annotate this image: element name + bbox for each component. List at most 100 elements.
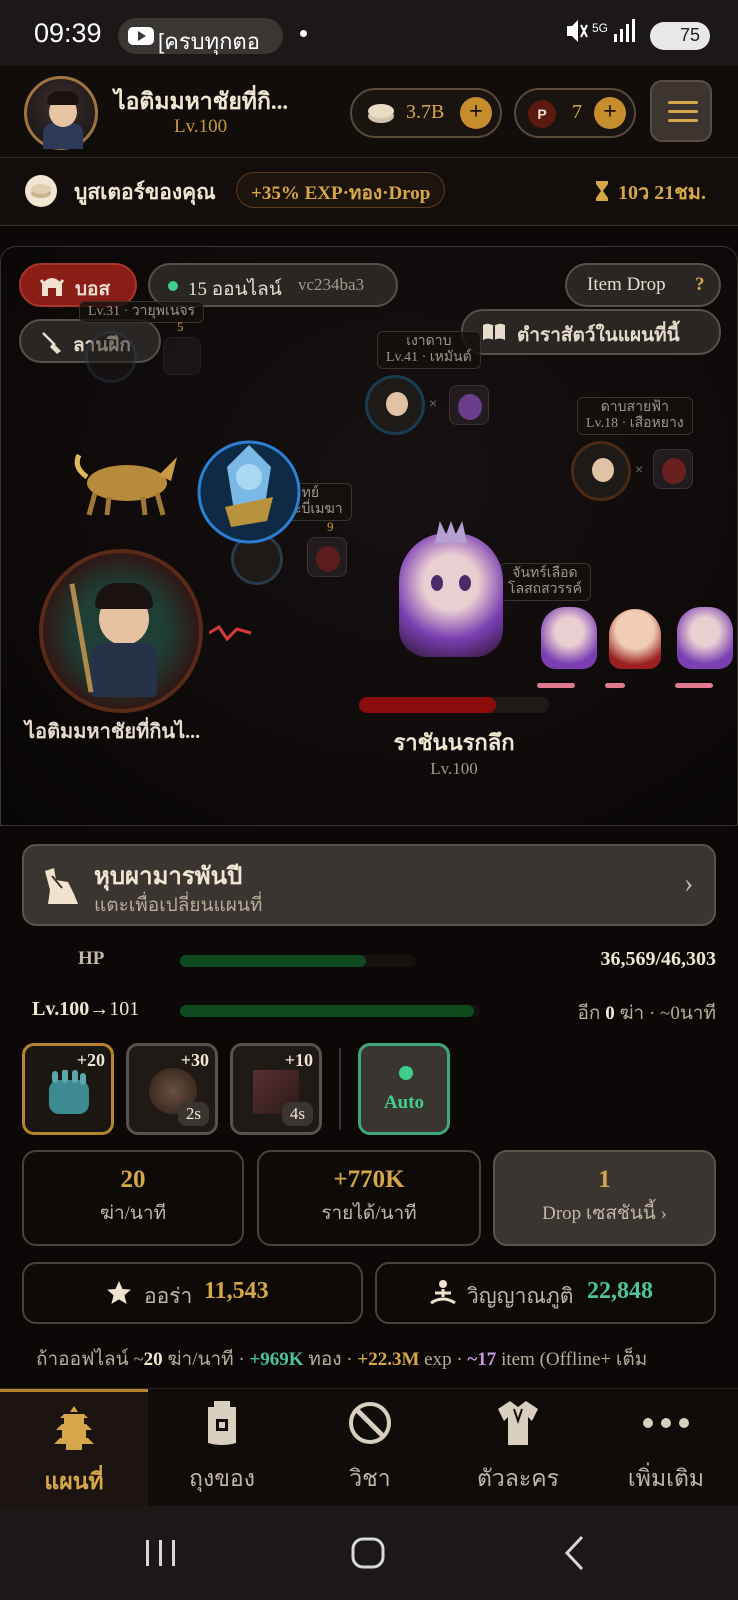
nav-character[interactable]: ตัวละคร: [444, 1389, 592, 1507]
other-player-monster: [653, 449, 693, 489]
boss-hp-bar: [359, 697, 549, 713]
player-avatar[interactable]: [24, 76, 98, 150]
clock: 09:39: [34, 18, 102, 48]
skill-slot-2[interactable]: +30 2s: [126, 1043, 218, 1135]
booster-bar[interactable]: บูสเตอร์ของคุณ +35% EXP·ทอง·Drop 10ว 21ช…: [0, 158, 738, 226]
spirit-value: 22,848: [587, 1278, 653, 1304]
other-player-monster: [307, 537, 347, 577]
level-arrow: →: [89, 998, 110, 1020]
star-icon: [107, 1281, 131, 1304]
income-per-minute: +770K รายได้/นาที: [257, 1150, 481, 1246]
notification-dot-icon: [300, 30, 307, 37]
hp-value: 36,569/46,303: [600, 948, 716, 970]
spirit-label: วิญญาณภูติ: [467, 1284, 574, 1308]
auto-toggle-button[interactable]: Auto: [358, 1043, 450, 1135]
bag-icon: [208, 1401, 236, 1445]
battle-scene[interactable]: บอส 15 ออนไลน์ vc234ba3 Item Drop ? ลานฝ…: [0, 246, 738, 826]
coin-stack-icon: [368, 104, 394, 123]
battery-level: 75: [679, 25, 700, 45]
other-player-label: จันทร์เลือด โลสถสวรรค์: [499, 563, 591, 601]
nav-map[interactable]: แผนที่: [0, 1389, 148, 1507]
kills-label: ฆ่า/นาที: [99, 1203, 167, 1224]
bestiary-button[interactable]: ตำราสัตว์ในแผนที่นี้: [461, 309, 721, 355]
top-header: ไอติมมหาชัยที่กิ... Lv.100 3.7B + P 7 +: [0, 66, 738, 158]
online-dot-icon: [168, 281, 178, 291]
drop-value: 1: [598, 1166, 611, 1193]
skill-divider: [339, 1048, 341, 1130]
minion-monster[interactable]: [541, 607, 597, 669]
network-label: 5G: [592, 21, 608, 35]
boss-monster[interactable]: [399, 521, 503, 657]
chevron-right-icon: ›: [684, 868, 694, 899]
map-selector[interactable]: หุบผามารพันปี แตะเพื่อเปลี่ยนแผนที่ ›: [22, 844, 716, 926]
recent-apps-icon[interactable]: [144, 1538, 178, 1568]
minion-monster[interactable]: [677, 607, 733, 669]
hp-bar-fill: [180, 955, 367, 967]
jade-fist-icon: [49, 1070, 89, 1114]
boss-level: Lv.100: [430, 759, 478, 778]
hamburger-icon[interactable]: [650, 80, 712, 142]
add-gold-button[interactable]: +: [460, 97, 492, 129]
skill-bonus: +10: [284, 1050, 313, 1070]
nav-more[interactable]: เพิ่มเติม: [592, 1389, 738, 1507]
minion-monster[interactable]: [609, 609, 661, 669]
item-drop-label: Item Drop: [587, 274, 666, 295]
player-battle-name: ไอติมมหาชัยที่กินไ...: [25, 721, 201, 743]
auto-on-icon: [399, 1066, 413, 1080]
booster-time-left: 10ว 21ชม.: [618, 182, 706, 204]
other-player-count: 5: [177, 319, 184, 334]
bestiary-label: ตำราสัตว์ในแผนที่นี้: [517, 325, 680, 346]
more-icon: [643, 1418, 689, 1428]
exp-bar: [180, 1005, 480, 1017]
income-label: รายได้/นาที: [321, 1203, 417, 1224]
nav-skills[interactable]: วิชา: [296, 1389, 444, 1507]
skill-slot-1[interactable]: +20: [22, 1043, 114, 1135]
spirit-stat[interactable]: วิญญาณภูติ 22,848: [375, 1262, 716, 1324]
other-player-label: Lv.31 · วายุพเนจร: [79, 301, 205, 323]
skill-bonus: +20: [76, 1050, 105, 1070]
sword-icon: [349, 1402, 391, 1444]
skill-slot-3[interactable]: +10 4s: [230, 1043, 322, 1135]
status-bar: 09:39 [ครบทุกตอ 5G 75: [0, 0, 738, 66]
hp-bar: [180, 955, 416, 967]
nav-map-label: แผนที่: [44, 1469, 104, 1494]
home-icon[interactable]: [350, 1536, 386, 1570]
gold-amount: 3.7B: [406, 101, 445, 123]
income-value: +770K: [333, 1166, 405, 1193]
notification-text: [ครบทุกตอ: [158, 29, 260, 54]
other-player-monster: [449, 385, 489, 425]
pagoda-icon: [54, 1406, 94, 1450]
offline-estimate: ถ้าออฟไลน์ ~20 ฆ่า/นาที · +969K ทอง · +2…: [36, 1349, 648, 1370]
robe-icon: [498, 1401, 538, 1445]
system-nav-bar: [0, 1506, 738, 1600]
level-next: 101: [109, 998, 140, 1020]
help-icon: ?: [695, 274, 705, 295]
other-player-avatar: [571, 441, 631, 501]
notification-chip[interactable]: [ครบทุกตอ: [118, 18, 283, 54]
booster-coin-icon: [25, 175, 57, 207]
back-icon[interactable]: [562, 1534, 586, 1572]
minion-hp-bar: [605, 683, 625, 688]
other-player-label: ดาบสายฟ้า Lv.18 · เสือหยาง: [577, 397, 693, 435]
session-drops-button[interactable]: 1 Drop เซสชันนี้ ›: [493, 1150, 716, 1246]
level-progress-label: Lv.100→101: [32, 998, 139, 1021]
nav-character-label: ตัวละคร: [476, 1466, 560, 1491]
minion-hp-bar: [675, 683, 713, 688]
meditation-icon: [430, 1280, 456, 1305]
map-subtitle: แตะเพื่อเปลี่ยนแผนที่: [94, 895, 263, 916]
minion-hp-bar: [537, 683, 575, 688]
aura-stat[interactable]: ออร่า 11,543: [22, 1262, 363, 1324]
exp-bar-fill: [180, 1005, 474, 1017]
player-level: Lv.100: [174, 116, 228, 137]
points-icon: P: [528, 100, 556, 128]
other-player-avatar: [85, 331, 137, 383]
auto-label: Auto: [383, 1092, 425, 1113]
add-points-button[interactable]: +: [594, 97, 626, 129]
cliff-icon: [45, 868, 78, 904]
level-current: Lv.100: [32, 998, 90, 1020]
item-drop-button[interactable]: Item Drop ?: [565, 263, 721, 307]
nav-bag[interactable]: ถุงของ: [148, 1389, 296, 1507]
booster-effect-badge: +35% EXP·ทอง·Drop: [236, 172, 446, 208]
server-code: vc234ba3: [298, 275, 365, 294]
battery-icon: 75: [650, 22, 710, 50]
